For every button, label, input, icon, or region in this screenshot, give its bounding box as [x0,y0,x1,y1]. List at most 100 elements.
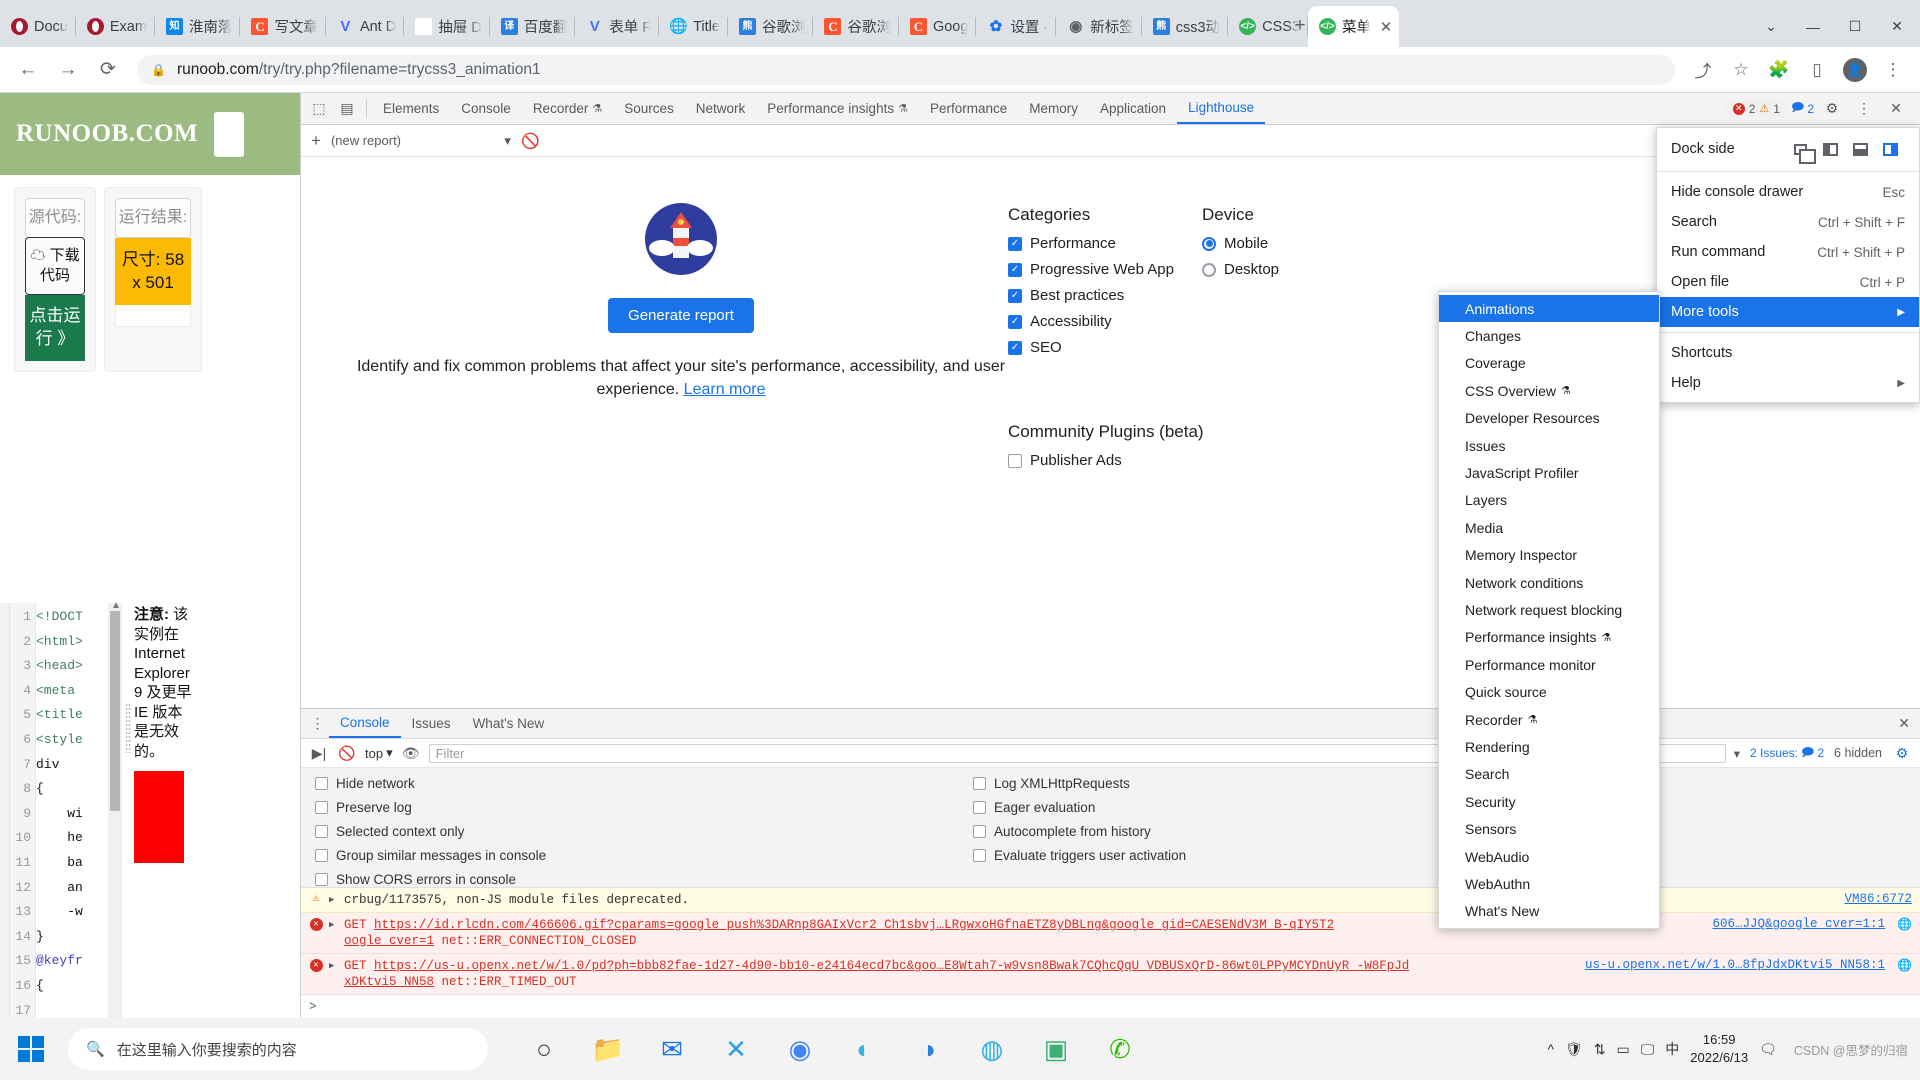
browser-tab[interactable]: 熊谷歌浏 [728,6,814,47]
sidebar-icon[interactable]: ▯ [1800,53,1834,87]
menu-item-run-command[interactable]: Run commandCtrl + Shift + P [1657,237,1919,267]
devtools-tab-network[interactable]: Network [685,93,757,124]
levels-selector[interactable]: ▾ [1734,746,1740,761]
browser-tab[interactable]: V表单 F [575,6,659,47]
device-toolbar-icon[interactable]: ▤ [333,96,361,122]
devtools-tab-lighthouse[interactable]: Lighthouse [1177,93,1265,124]
console-setting-row[interactable]: Selected context only [315,824,546,839]
bookmark-star-icon[interactable]: ☆ [1724,53,1758,87]
display-icon[interactable]: 🖵 [1641,1041,1655,1058]
browser-tab[interactable]: </>菜单✕ [1308,6,1399,47]
more-tools-item-quick-source[interactable]: Quick source [1439,678,1659,705]
devtools-tab-application[interactable]: Application [1089,93,1177,124]
more-tools-item-layers[interactable]: Layers [1439,487,1659,514]
network-link-icon[interactable]: 🌐 [1897,917,1912,932]
console-setting-row[interactable]: Show CORS errors in console [315,872,546,887]
clear-icon[interactable]: 🚫 [521,132,540,150]
source-link[interactable]: 606…JJQ&google_cver=1:1 [1713,917,1886,931]
download-code-button[interactable]: ☁ 下载代码 [25,237,85,296]
browser-tab[interactable]: ✿设置 - [976,6,1056,47]
browser-tab[interactable]: 知淮南落 [155,6,241,47]
checkbox-icon[interactable]: ✓ [1008,289,1022,303]
checkbox-icon[interactable] [973,801,986,814]
browser-tab[interactable]: </>CSS3 [1228,6,1308,47]
address-bar[interactable]: 🔒 runoob.com/try/try.php?filename=trycss… [137,55,1675,85]
settings-gear-icon[interactable]: ⚙ [1818,96,1846,122]
editor-vertical-scrollbar[interactable]: ▲ [108,603,122,1018]
expand-arrow-icon[interactable]: ▶ [329,917,338,933]
share-icon[interactable]: ⤴ [1686,53,1720,87]
cortana-icon[interactable]: ○ [514,1020,574,1078]
checkbox-icon[interactable] [315,801,328,814]
more-tools-item-developer-resources[interactable]: Developer Resources [1439,405,1659,432]
checkbox-icon[interactable] [315,849,328,862]
request-url-cont[interactable]: oogle_cver=1 [344,934,434,948]
menu-item-more-tools[interactable]: More tools▶ [1657,297,1919,327]
scrollbar-thumb[interactable] [110,611,120,811]
devtools-menu-icon[interactable]: ⋮ [1850,96,1878,122]
more-tools-item-memory-inspector[interactable]: Memory Inspector [1439,542,1659,569]
request-url[interactable]: https://id.rlcdn.com/466606.gif?cparams=… [374,918,1334,932]
taskbar-search-box[interactable]: 🔍 在这里输入你要搜索的内容 [68,1028,488,1070]
device-radio-row[interactable]: Mobile [1202,235,1402,252]
checkbox-icon[interactable] [973,825,986,838]
profile-avatar-icon[interactable]: 👤 [1838,53,1872,87]
browser-tab[interactable]: 译百度翻 [490,6,576,47]
devtools-tab-performance[interactable]: Performance [919,93,1018,124]
expand-arrow-icon[interactable]: ▶ [329,958,338,974]
browser-tab[interactable]: Docu [0,6,76,47]
menu-item-hide-console-drawer[interactable]: Hide console drawerEsc [1657,177,1919,207]
vscode-icon[interactable]: ✕ [706,1020,766,1078]
new-report-button[interactable]: + [311,131,321,151]
console-message[interactable]: ✕▶GET https://us-u.openx.net/w/1.0/pd?ph… [301,954,1920,995]
browser-tab[interactable]: C写文章 [240,6,326,47]
run-code-button[interactable]: 点击运行 》 [25,295,85,361]
qq-browser-icon[interactable]: ◍ [962,1020,1022,1078]
console-setting-row[interactable]: Log XMLHttpRequests [973,776,1186,791]
more-tools-item-search[interactable]: Search [1439,761,1659,788]
category-checkbox-row[interactable]: ✓SEO [1008,339,1248,356]
tray-chevron-icon[interactable]: ^ [1547,1041,1554,1057]
source-link[interactable]: VM86:6772 [1844,892,1912,906]
devtools-tab-console[interactable]: Console [450,93,522,124]
more-tools-item-network-request-blocking[interactable]: Network request blocking [1439,596,1659,623]
file-explorer-icon[interactable]: 📁 [578,1020,638,1078]
browser-tab[interactable]: VAnt D [326,6,404,47]
more-tools-item-network-conditions[interactable]: Network conditions [1439,569,1659,596]
browser-tab[interactable]: 熊css3动 [1142,6,1228,47]
devtools-tab-performance-insights[interactable]: Performance insights⚗ [756,93,919,124]
clear-console-icon[interactable]: 🚫 [337,745,357,762]
more-tools-item-security[interactable]: Security [1439,788,1659,815]
request-url[interactable]: https://us-u.openx.net/w/1.0/pd?ph=bbb82… [374,959,1409,973]
drawer-close-icon[interactable]: ✕ [1898,715,1910,732]
network-link-icon[interactable]: 🌐 [1897,958,1912,973]
checkbox-icon[interactable] [315,777,328,790]
more-tools-item-performance-insights[interactable]: Performance insights⚗ [1439,624,1659,651]
radio-icon[interactable] [1202,237,1216,251]
edge-icon[interactable]: ◑ [898,1020,958,1078]
devtools-tab-memory[interactable]: Memory [1018,93,1089,124]
more-tools-item-performance-monitor[interactable]: Performance monitor [1439,651,1659,678]
close-window-button[interactable]: ✕ [1876,11,1918,43]
windows-start-icon[interactable] [0,1018,62,1080]
console-prompt[interactable]: > [301,996,1920,1018]
more-tools-item-webaudio[interactable]: WebAudio [1439,843,1659,870]
network-tray-icon[interactable]: ⇅ [1594,1041,1606,1058]
devtools-tab-elements[interactable]: Elements [372,93,450,124]
devtools-tab-recorder[interactable]: Recorder⚗ [522,93,613,124]
more-tools-item-what-s-new[interactable]: What's New [1439,898,1659,925]
checkbox-icon[interactable] [1008,454,1022,468]
console-settings-gear-icon[interactable]: ⚙ [1892,745,1912,762]
browser-tab[interactable]: Exam [76,6,155,47]
issues-badge[interactable]: 🗩 2 [1791,98,1814,119]
error-warning-badge[interactable]: ✕ 2 ⚠ 1 [1726,101,1787,117]
chrome-icon[interactable]: ◉ [770,1020,830,1078]
tab-search-button[interactable]: ⌄ [1750,11,1792,43]
console-issues-badge[interactable]: 2 Issues: 🗩 2 [1750,743,1824,764]
back-button[interactable]: ← [11,53,45,87]
category-checkbox-row[interactable]: ✓Best practices [1008,287,1248,304]
more-tools-item-issues[interactable]: Issues [1439,432,1659,459]
chrome-menu-icon[interactable]: ⋮ [1876,53,1910,87]
drawer-tab-console[interactable]: Console [329,709,401,738]
dock-left-icon[interactable] [1815,136,1845,162]
